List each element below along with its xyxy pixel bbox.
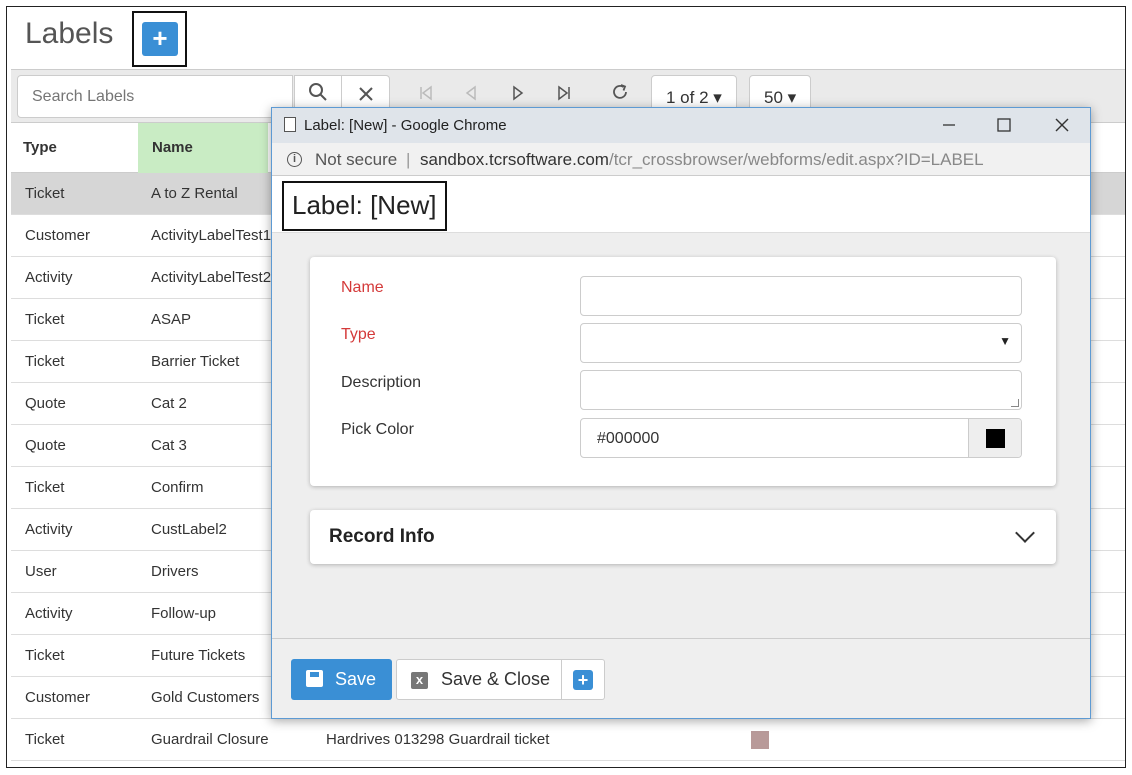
window-titlebar[interactable]: Label: [New] - Google Chrome: [272, 108, 1090, 143]
add-label-button[interactable]: +: [142, 22, 178, 56]
cell-type: Quote: [25, 395, 66, 412]
name-label: Name: [341, 279, 384, 296]
cell-name: Future Tickets: [151, 647, 246, 664]
cell-type: Ticket: [25, 647, 65, 664]
cell-type: Customer: [25, 689, 91, 706]
clear-icon: [358, 86, 374, 106]
maximize-icon: [997, 115, 1011, 137]
popup-heading: Label: [New]: [282, 181, 447, 231]
prev-page-icon: [464, 85, 478, 105]
info-icon[interactable]: i: [287, 152, 302, 167]
column-header-type[interactable]: Type: [11, 123, 138, 173]
save-and-close-label: Save & Close: [441, 669, 551, 689]
save-button[interactable]: Save: [291, 659, 392, 700]
color-picker-field[interactable]: #000000: [580, 418, 1022, 458]
cell-name: ActivityLabelTest2: [151, 269, 272, 286]
save-button-label: Save: [335, 669, 377, 689]
cell-name: Drivers: [151, 563, 199, 580]
type-select[interactable]: ▼: [580, 323, 1022, 363]
close-box-icon: x: [411, 672, 428, 689]
cell-name: Follow-up: [151, 605, 217, 622]
record-info-label: Record Info: [329, 526, 435, 547]
cell-type: Quote: [25, 437, 66, 454]
url-host: sandbox.tcrsoftware.com: [420, 150, 609, 169]
cell-type: User: [25, 563, 57, 580]
cell-name: CustLabel2: [151, 521, 227, 538]
page-url: sandbox.tcrsoftware.com/tcr_crossbrowser…: [420, 143, 984, 176]
cell-name: Gold Customers: [151, 689, 260, 706]
cell-type: Ticket: [25, 311, 65, 328]
address-separator: |: [406, 150, 411, 169]
cell-name: Barrier Ticket: [151, 353, 240, 370]
name-field[interactable]: [580, 276, 1022, 316]
popup-footer: Save x Save & Close +: [272, 638, 1090, 718]
address-bar[interactable]: i Not secure | sandbox.tcrsoftware.com/t…: [272, 143, 1090, 176]
minimize-icon: [942, 115, 956, 137]
resize-grip-icon[interactable]: [1011, 399, 1019, 407]
add-label-highlight: +: [132, 11, 187, 67]
next-page-icon: [511, 85, 525, 105]
color-swatch-button[interactable]: [968, 419, 1021, 457]
cell-type: Activity: [25, 605, 73, 622]
cell-color-swatch: [751, 731, 769, 749]
minimize-button[interactable]: [927, 111, 971, 141]
plus-icon: +: [573, 670, 593, 690]
floppy-disk-icon: [306, 670, 323, 687]
window-title: Label: [New] - Google Chrome: [304, 117, 507, 134]
cell-type: Ticket: [25, 353, 65, 370]
record-info-panel[interactable]: Record Info: [310, 510, 1056, 564]
not-secure-label: Not secure: [315, 150, 398, 169]
cell-type: Ticket: [25, 185, 65, 202]
chevron-down-icon[interactable]: [1015, 523, 1035, 543]
cell-description: Hardrives 013298 Guardrail ticket: [326, 731, 550, 748]
cell-type: Ticket: [25, 731, 65, 748]
cell-type: Customer: [25, 227, 91, 244]
pick-color-label: Pick Color: [341, 421, 414, 438]
color-value: #000000: [597, 430, 660, 447]
cell-type: Ticket: [25, 479, 65, 496]
popup-header: Label: [New]: [272, 176, 1090, 233]
window-close-button[interactable]: [1040, 111, 1084, 141]
maximize-button[interactable]: [982, 111, 1026, 141]
caret-down-icon: ▼: [999, 334, 1011, 348]
table-row[interactable]: Ticket Guardrail Closure Hardrives 013298 …: [11, 719, 1125, 761]
cell-name: Cat 3: [151, 437, 187, 454]
description-field[interactable]: [580, 370, 1022, 410]
cell-type: Activity: [25, 269, 73, 286]
page-icon: [284, 117, 296, 132]
cell-name: Confirm: [151, 479, 204, 496]
save-and-close-button[interactable]: x Save & Close: [396, 659, 562, 700]
cell-name: ASAP: [151, 311, 192, 328]
app-frame: Labels + Search Labels 1 of 2 ▾ 50 ▾ Typ…: [6, 6, 1126, 768]
cell-type: Activity: [25, 521, 73, 538]
search-icon: [308, 83, 328, 106]
label-form-card: Name Type ▼ Description Pick Color #0000…: [310, 257, 1056, 486]
cell-name: A to Z Rental: [151, 185, 238, 202]
first-page-icon: [418, 85, 434, 105]
save-and-new-button[interactable]: +: [562, 659, 605, 700]
cell-name: ActivityLabelTest1: [151, 227, 272, 244]
cell-name: Cat 2: [151, 395, 187, 412]
cell-name: Guardrail Closure: [151, 731, 269, 748]
description-label: Description: [341, 374, 422, 391]
color-swatch-icon: [986, 429, 1005, 448]
page-title: Labels: [25, 17, 114, 50]
refresh-icon: [611, 84, 629, 105]
close-icon: [1055, 115, 1069, 137]
url-path: /tcr_crossbrowser/webforms/edit.aspx?ID=…: [608, 150, 984, 169]
type-label: Type: [341, 326, 376, 343]
column-header-name[interactable]: Name: [138, 123, 268, 173]
last-page-icon: [556, 85, 572, 105]
label-edit-window: Label: [New] - Google Chrome i Not secur…: [271, 107, 1091, 719]
search-input[interactable]: [17, 75, 293, 118]
